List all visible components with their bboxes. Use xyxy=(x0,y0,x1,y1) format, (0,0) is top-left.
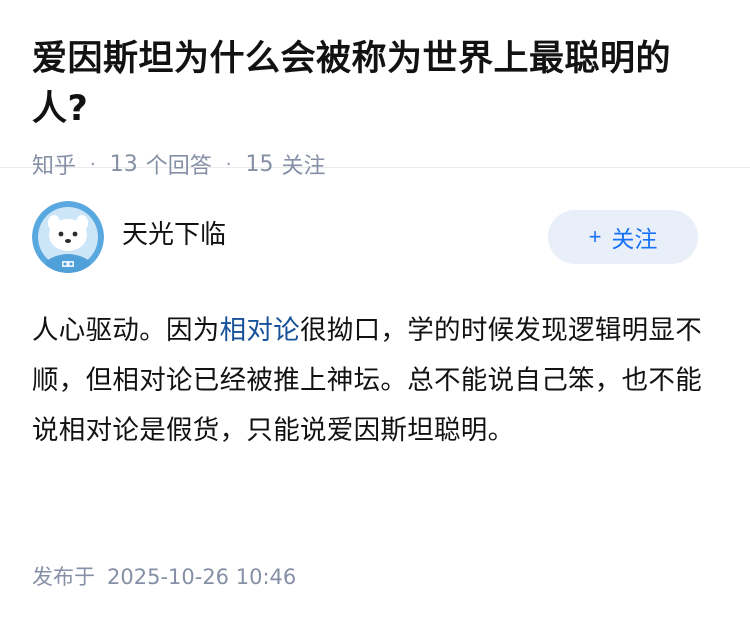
answer-count: 13 xyxy=(109,151,138,177)
content-text-before-link: 人心驱动。因为 xyxy=(32,315,220,346)
follow-button-label: 关注 xyxy=(611,226,658,252)
plus-icon: + xyxy=(588,224,602,249)
published-time: 发布于 2025-10-26 10:46 xyxy=(32,561,296,591)
source-label[interactable]: 知乎 xyxy=(32,148,76,180)
question-header: 爱因斯坦为什么会被称为世界上最聪明的人? 知乎 · 13 个回答 · 15 关注 xyxy=(0,0,750,179)
answer-card: 天光下临 + 关注 人心驱动。因为相对论很拗口，学的时候发现逻辑明显不顺，但相对… xyxy=(0,200,750,456)
follower-count: 15 xyxy=(245,151,274,177)
author-row: 天光下临 + 关注 xyxy=(32,200,718,274)
avatar[interactable] xyxy=(32,201,104,273)
avatar-image xyxy=(32,201,104,273)
answer-count-label[interactable]: 个回答 xyxy=(146,148,212,180)
page: 爱因斯坦为什么会被称为世界上最聪明的人? 知乎 · 13 个回答 · 15 关注 xyxy=(0,0,750,628)
follow-button[interactable]: + 关注 xyxy=(548,210,698,264)
follower-count-label[interactable]: 关注 xyxy=(282,148,326,180)
author-name[interactable]: 天光下临 xyxy=(122,214,226,251)
separator-dot: · xyxy=(90,153,96,175)
question-meta: 知乎 · 13 个回答 · 15 关注 xyxy=(32,148,718,180)
question-title[interactable]: 爱因斯坦为什么会被称为世界上最聪明的人? xyxy=(32,34,718,134)
separator-dot: · xyxy=(225,153,232,175)
published-date: 2025-10-26 10:46 xyxy=(107,565,297,589)
answer-content: 人心驱动。因为相对论很拗口，学的时候发现逻辑明显不顺，但相对论已经被推上神坛。总… xyxy=(32,306,718,456)
published-label: 发布于 xyxy=(32,565,95,589)
content-link[interactable]: 相对论 xyxy=(220,315,300,346)
